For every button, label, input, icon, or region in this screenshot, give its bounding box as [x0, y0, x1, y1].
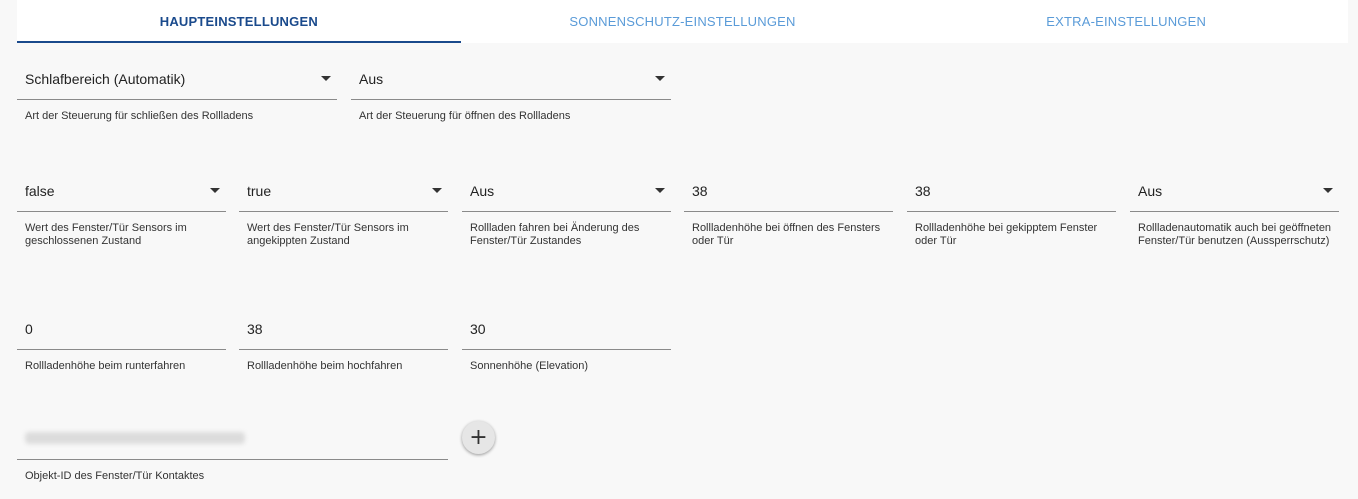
tab-haupteinstellungen[interactable]: HAUPTEINSTELLUNGEN — [17, 0, 461, 43]
close-control-field: Schlafbereich (Automatik) Art der Steuer… — [17, 68, 337, 123]
open-height-value: 38 — [692, 183, 708, 199]
sensor-closed-select[interactable]: false — [17, 180, 226, 212]
dropdown-arrow-icon — [432, 188, 442, 193]
close-control-select[interactable]: Schlafbereich (Automatik) — [17, 68, 337, 100]
close-control-help: Art der Steuerung für schließen des Roll… — [25, 110, 254, 122]
close-control-value: Schlafbereich (Automatik) — [25, 71, 186, 87]
dropdown-arrow-icon — [655, 188, 665, 193]
up-height-value: 38 — [247, 321, 263, 337]
window-change-select[interactable]: Aus — [462, 180, 671, 212]
down-height-input[interactable]: 0 — [17, 318, 226, 350]
lockout-protection-help: Rollladenautomatik auch bei geöffneten F… — [1138, 222, 1332, 247]
add-contact-button[interactable]: + — [462, 421, 495, 454]
lockout-protection-select[interactable]: Aus — [1130, 180, 1339, 212]
sensor-tilted-value: true — [247, 183, 272, 199]
open-height-input[interactable]: 38 — [684, 180, 893, 212]
elevation-input[interactable]: 30 — [462, 318, 671, 350]
open-control-help: Art der Steuerung für öffnen des Rolllad… — [359, 110, 571, 122]
tilted-height-value: 38 — [915, 183, 931, 199]
sensor-closed-field: false Wert des Fenster/Tür Sensors im ge… — [17, 180, 226, 248]
down-height-field: 0 Rollladenhöhe beim runterfahren — [17, 318, 226, 373]
sensor-tilted-help: Wert des Fenster/Tür Sensors im angekipp… — [247, 222, 409, 247]
window-change-value: Aus — [470, 183, 495, 199]
up-height-input[interactable]: 38 — [239, 318, 448, 350]
down-height-value: 0 — [25, 321, 33, 337]
elevation-help: Sonnenhöhe (Elevation) — [470, 360, 589, 372]
open-height-help: Rollladenhöhe bei öffnen des Fensters od… — [692, 222, 881, 247]
up-height-help: Rollladenhöhe beim hochfahren — [247, 360, 403, 372]
open-height-field: 38 Rollladenhöhe bei öffnen des Fensters… — [684, 180, 893, 248]
window-change-field: Aus Rollladen fahren bei Änderung des Fe… — [462, 180, 671, 248]
sensor-tilted-select[interactable]: true — [239, 180, 448, 212]
tab-extra-einstellungen[interactable]: EXTRA-EINSTELLUNGEN — [904, 0, 1348, 43]
open-control-select[interactable]: Aus — [351, 68, 671, 100]
sensor-closed-help: Wert des Fenster/Tür Sensors im geschlos… — [25, 222, 187, 247]
contact-id-input[interactable] — [17, 428, 448, 460]
lockout-protection-value: Aus — [1138, 183, 1163, 199]
dropdown-arrow-icon — [655, 76, 665, 81]
open-control-value: Aus — [359, 71, 384, 87]
open-control-field: Aus Art der Steuerung für öffnen des Rol… — [351, 68, 671, 123]
tilted-height-input[interactable]: 38 — [907, 180, 1116, 212]
up-height-field: 38 Rollladenhöhe beim hochfahren — [239, 318, 448, 373]
lockout-protection-field: Aus Rollladenautomatik auch bei geöffnet… — [1130, 180, 1339, 248]
down-height-help: Rollladenhöhe beim runterfahren — [25, 360, 186, 372]
tab-bar: HAUPTEINSTELLUNGEN SONNENSCHUTZ-EINSTELL… — [17, 0, 1348, 43]
contact-id-field: Objekt-ID des Fenster/Tür Kontaktes — [17, 428, 448, 483]
plus-icon: + — [469, 424, 488, 450]
elevation-value: 30 — [470, 321, 486, 337]
dropdown-arrow-icon — [321, 76, 331, 81]
tilted-height-field: 38 Rollladenhöhe bei gekipptem Fenster o… — [907, 180, 1116, 248]
dropdown-arrow-icon — [210, 188, 220, 193]
tab-sonnenschutz-einstellungen[interactable]: SONNENSCHUTZ-EINSTELLUNGEN — [461, 0, 905, 43]
blurred-object-id — [25, 432, 245, 444]
contact-id-help: Objekt-ID des Fenster/Tür Kontaktes — [25, 470, 205, 482]
window-change-help: Rollladen fahren bei Änderung des Fenste… — [470, 222, 640, 247]
elevation-field: 30 Sonnenhöhe (Elevation) — [462, 318, 671, 373]
dropdown-arrow-icon — [1323, 188, 1333, 193]
tilted-height-help: Rollladenhöhe bei gekipptem Fenster oder… — [915, 222, 1098, 247]
sensor-closed-value: false — [25, 183, 55, 199]
sensor-tilted-field: true Wert des Fenster/Tür Sensors im ang… — [239, 180, 448, 248]
